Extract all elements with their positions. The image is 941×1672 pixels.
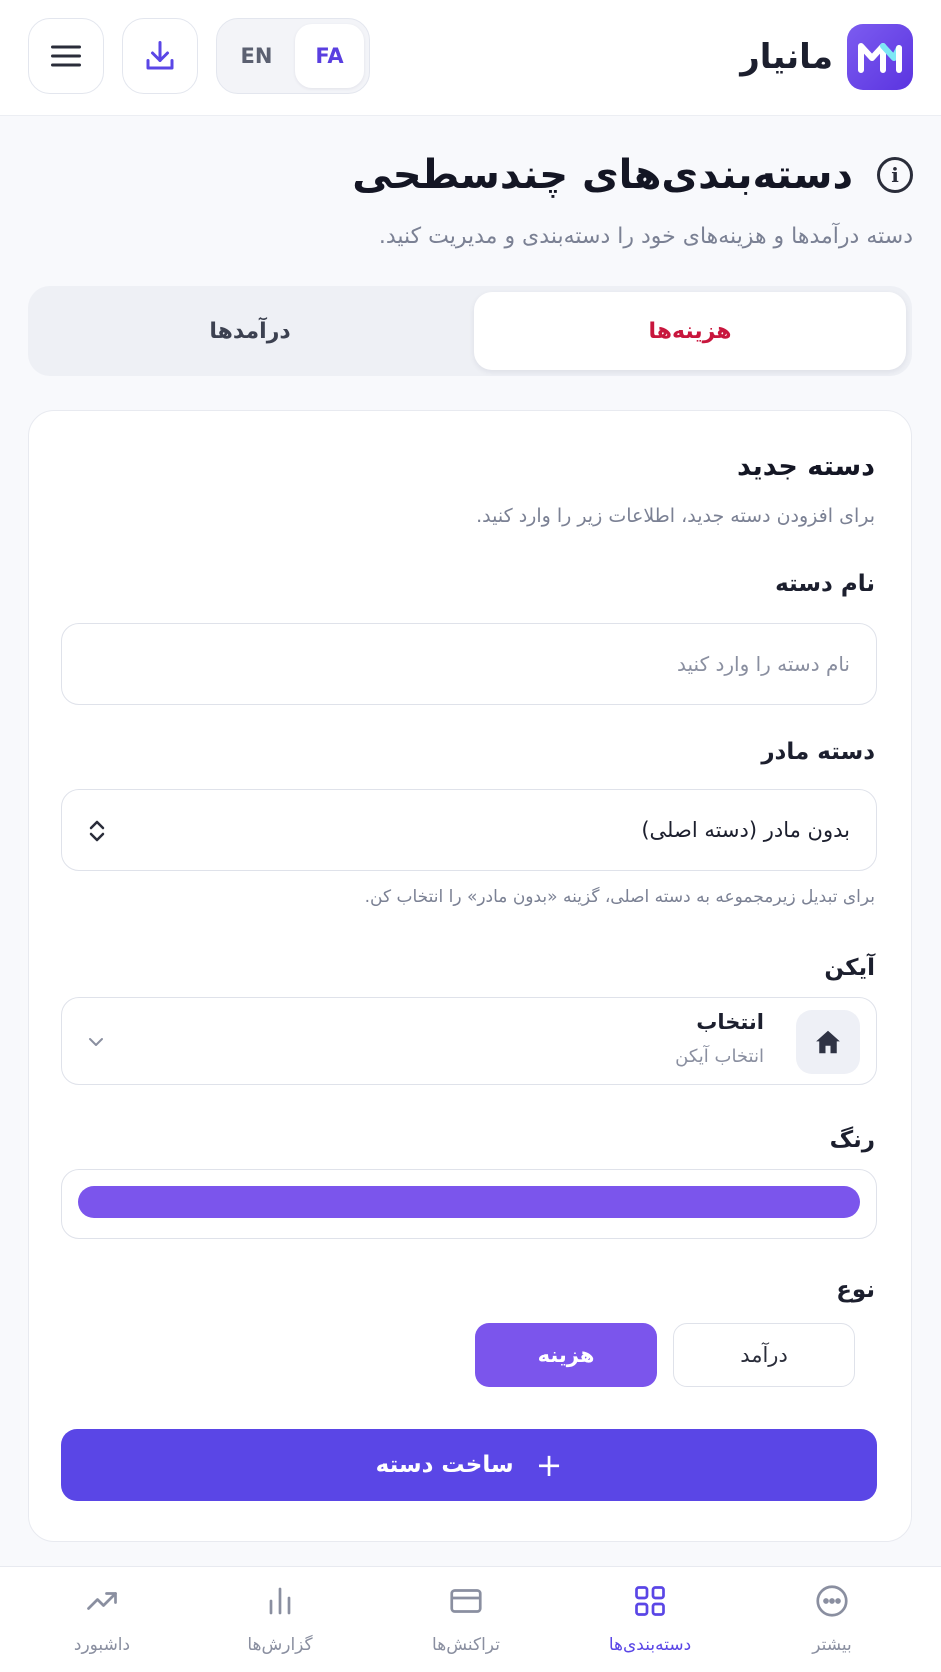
brand[interactable]: مانیار <box>740 24 913 90</box>
nav-item-transactions[interactable]: تراکنش‌ها <box>396 1581 536 1655</box>
bar-chart-icon <box>269 1587 291 1615</box>
tab-expenses[interactable]: هزینه‌ها <box>474 292 906 370</box>
brand-name: مانیار <box>740 37 833 77</box>
more-icon <box>816 1585 848 1617</box>
nav-item-dashboard[interactable]: داشبورد <box>32 1581 172 1655</box>
nav-item-more[interactable]: بیشتر <box>762 1581 902 1655</box>
lang-fa-button[interactable]: FA <box>295 24 364 88</box>
download-button[interactable] <box>122 18 198 94</box>
category-name-input[interactable] <box>62 624 876 704</box>
nav-label-more: بیشتر <box>812 1635 852 1655</box>
info-icon[interactable]: i <box>877 157 913 193</box>
brand-logo-icon <box>847 24 913 90</box>
nav-label-transactions: تراکنش‌ها <box>432 1635 500 1655</box>
app-root: مانیار EN FA i دسته‌بندی‌های چندسطحی دست… <box>0 0 941 1672</box>
icon-picker-title: انتخاب <box>696 1010 764 1034</box>
icon-picker[interactable]: انتخاب انتخاب آیکن <box>61 997 877 1085</box>
bottom-navigation: بیشتر دسته‌بندی‌ها تراکنش‌ها <box>0 1566 941 1672</box>
type-income-button[interactable]: درآمد <box>673 1323 855 1387</box>
create-category-button[interactable]: + ساخت دسته <box>61 1429 877 1501</box>
icon-label: آیکن <box>824 955 875 981</box>
page-title: دسته‌بندی‌های چندسطحی <box>352 152 853 198</box>
hamburger-icon <box>51 45 81 67</box>
chevron-down-icon <box>89 1038 103 1046</box>
color-label: رنگ <box>829 1127 875 1153</box>
icon-picker-subtitle: انتخاب آیکن <box>675 1046 764 1067</box>
create-category-label: ساخت دسته <box>375 1452 514 1478</box>
parent-hint: برای تبدیل زیرمجموعه به دسته اصلی، گزینه… <box>364 887 875 907</box>
trend-icon <box>87 1592 117 1610</box>
color-field <box>61 1169 877 1239</box>
lang-en-button[interactable]: EN <box>222 24 291 88</box>
title-row: i دسته‌بندی‌های چندسطحی <box>352 152 913 198</box>
plus-icon: + <box>535 1446 563 1484</box>
language-switch: EN FA <box>216 18 370 94</box>
parent-select-value: بدون مادر (دسته اصلی) <box>641 818 850 842</box>
page-subtitle: دسته درآمدها و هزینه‌های خود را دسته‌بند… <box>378 224 913 249</box>
name-label: نام دسته <box>775 571 875 597</box>
nav-item-reports[interactable]: گزارش‌ها <box>210 1581 350 1655</box>
updown-chevron-icon <box>89 820 105 842</box>
card-icon <box>450 1589 482 1613</box>
nav-label-dashboard: داشبورد <box>73 1635 131 1655</box>
nav-label-reports: گزارش‌ها <box>247 1635 313 1655</box>
name-field-wrapper <box>61 623 877 705</box>
color-picker-swatch[interactable] <box>78 1186 860 1218</box>
home-icon <box>816 1030 840 1054</box>
grid-icon <box>635 1586 665 1616</box>
parent-category-select[interactable]: بدون مادر (دسته اصلی) <box>61 789 877 871</box>
type-expense-button[interactable]: هزینه <box>475 1323 657 1387</box>
parent-label: دسته مادر <box>761 739 875 765</box>
tab-incomes[interactable]: درآمدها <box>34 292 466 370</box>
nav-item-categories[interactable]: دسته‌بندی‌ها <box>580 1581 720 1655</box>
download-icon <box>146 41 174 70</box>
card-title: دسته جدید <box>737 451 875 482</box>
new-category-card: دسته جدید برای افزودن دسته جدید، اطلاعات… <box>28 410 912 1542</box>
card-description: برای افزودن دسته جدید، اطلاعات زیر را وا… <box>476 505 875 527</box>
category-type-tabs: هزینه‌ها درآمدها <box>28 286 912 376</box>
top-header: مانیار EN FA <box>0 0 941 116</box>
nav-label-categories: دسته‌بندی‌ها <box>608 1635 692 1655</box>
type-label: نوع <box>836 1277 875 1303</box>
icon-preview-tile <box>796 1010 860 1074</box>
menu-button[interactable] <box>28 18 104 94</box>
